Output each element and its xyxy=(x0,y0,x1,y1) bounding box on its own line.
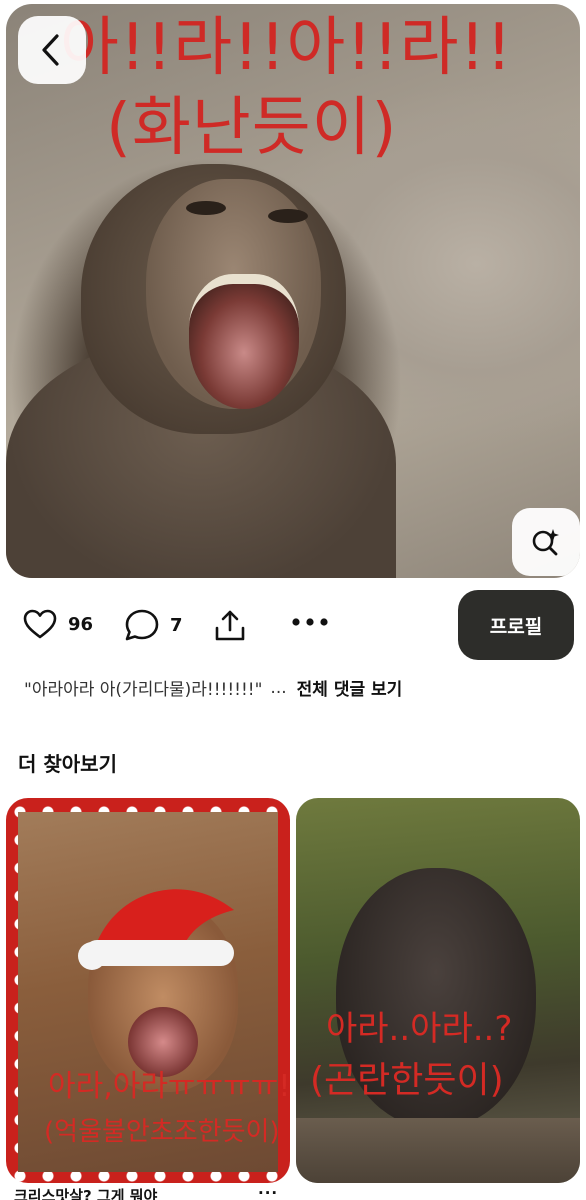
santa-hat-icon xyxy=(78,889,234,970)
view-all-comments-link[interactable]: 전체 댓글 보기 xyxy=(297,675,403,700)
hero-caption-line-2: (화난듯이) xyxy=(106,91,398,165)
related-pin-title[interactable]: 크리스맛살? 그게 뭐야 xyxy=(14,1185,157,1200)
pin-action-bar: 96 7 프로필 xyxy=(0,590,586,660)
related-pin-card[interactable]: 아라,아라ㅠㅠㅠㅠ!! (억울불안초조한듯이) xyxy=(6,798,290,1183)
profile-button[interactable]: 프로필 xyxy=(458,590,574,660)
related-pin-caption-2: (억울불안초조한듯이) xyxy=(44,1117,280,1147)
comment-preview-ellipsis: ... xyxy=(270,677,287,698)
visual-search-button[interactable] xyxy=(512,508,580,576)
comment-button[interactable]: 7 xyxy=(124,608,183,642)
speech-bubble-icon xyxy=(125,609,159,641)
related-pin-more-button[interactable]: ··· xyxy=(258,1184,278,1200)
comment-count: 7 xyxy=(170,614,183,636)
orangutan-mouth xyxy=(128,1007,198,1077)
related-pin-image: 아라,아라ㅠㅠㅠㅠ!! (억울불안초조한듯이) xyxy=(18,812,290,1172)
monkey-mouth xyxy=(189,274,299,409)
related-pin-caption-1: 아라..아라..? xyxy=(326,1009,513,1049)
like-count: 96 xyxy=(68,613,94,635)
comment-preview[interactable]: "아라아라 아(가리다물)라!!!!!!!" ... 전체 댓글 보기 xyxy=(24,675,403,701)
more-dots-icon xyxy=(292,618,328,626)
tree-log xyxy=(296,1118,580,1183)
more-to-explore-title: 더 찾아보기 xyxy=(18,752,117,776)
related-pin-caption-1: 아라,아라ㅠㅠㅠㅠ!! xyxy=(48,1069,290,1104)
pin-hero-image[interactable]: 아!!라!!아!!라!! (화난듯이) xyxy=(6,4,580,578)
more-options-button[interactable] xyxy=(290,616,330,628)
lens-sparkle-icon xyxy=(532,529,559,556)
monkey-eye-left xyxy=(186,201,226,215)
chevron-left-icon xyxy=(42,34,59,66)
like-button[interactable]: 96 xyxy=(22,608,93,640)
heart-icon xyxy=(23,609,57,639)
hero-caption-line-1: 아!!라!!아!!라!! xyxy=(60,11,513,85)
back-button[interactable] xyxy=(18,16,86,84)
monkey-eye-right xyxy=(268,209,308,223)
related-pin-caption-2: (곤란한듯이) xyxy=(310,1060,504,1101)
related-pin-card[interactable]: 아라..아라..? (곤란한듯이) xyxy=(296,798,580,1183)
comment-preview-text: "아라아라 아(가리다물)라!!!!!!!" xyxy=(24,680,263,700)
share-upload-icon xyxy=(215,610,245,641)
share-button[interactable] xyxy=(212,608,248,644)
